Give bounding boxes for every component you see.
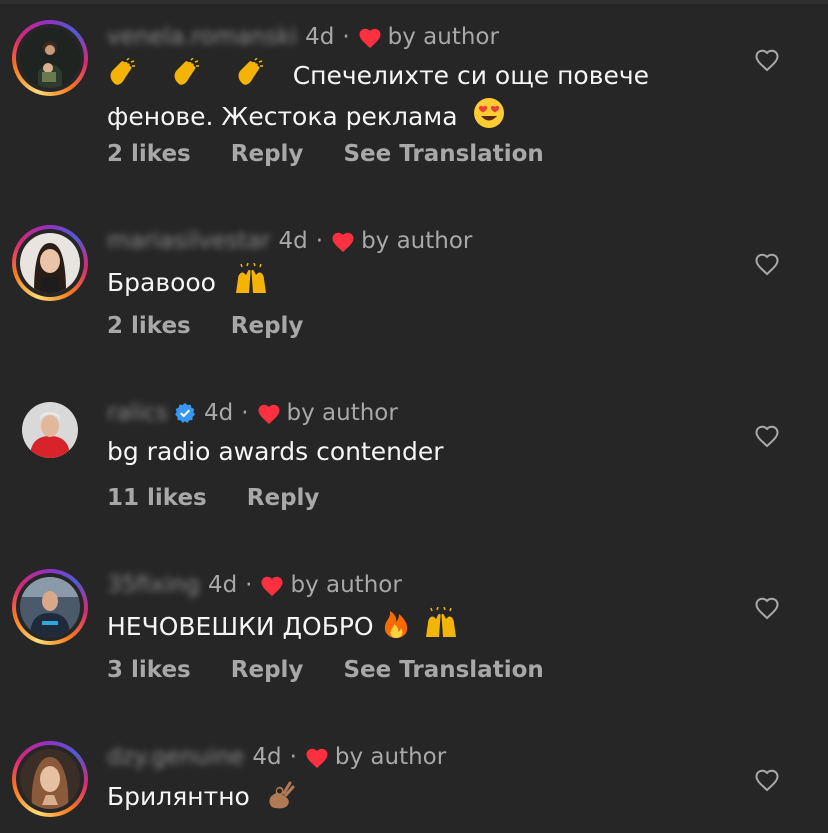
comment-meta: 35fixing 4d · by author [107,570,402,600]
avatar-photo [20,577,80,637]
like-heart-icon[interactable] [754,767,780,793]
comment-actions: 11 likes Reply [107,485,351,511]
avatar-photo [20,28,80,88]
comment-text-line1: Спечелихте си още повече [292,61,649,90]
comment-text-body: НЕЧОВЕШКИ ДОБРО [107,612,374,641]
comment-text: Спечелихте си още повече фенове. Жестока… [107,57,649,138]
verified-badge-icon [174,403,195,423]
fire-icon [382,607,410,648]
comment-actions: 2 likes Reply [107,313,335,339]
avatar[interactable] [12,569,88,645]
comment-text-body: Брилянтно [107,782,250,811]
by-author-label: by author [290,572,402,598]
comment-text: Брилянтно [107,779,296,818]
clapping-hands-icon [171,57,205,97]
avatar-photo [20,749,80,809]
like-heart-icon[interactable] [754,47,780,73]
reply-button[interactable]: Reply [247,485,320,511]
comment-text: НЕЧОВЕШКИ ДОБРО [107,606,460,648]
raising-hands-icon [232,262,270,304]
by-author-label: by author [361,228,473,254]
author-liked-heart-icon [332,232,354,252]
timestamp: 4d [252,744,282,770]
reply-button[interactable]: Reply [231,141,304,167]
separator: · [342,24,350,50]
separator: · [245,572,253,598]
comment-meta: mariasilvestar 4d · by author [107,226,472,256]
avatar[interactable] [12,20,88,96]
timestamp: 4d [203,400,234,426]
see-translation-button[interactable]: See Translation [343,657,543,683]
author-liked-heart-icon [359,28,381,48]
likes-count[interactable]: 2 likes [107,313,191,339]
by-author-label: by author [286,400,398,426]
like-heart-icon[interactable] [754,251,780,277]
clapping-hands-icon [107,57,141,97]
author-liked-heart-icon [261,576,283,596]
comment-actions: 3 likes Reply See Translation [107,657,576,683]
comment-text: Бравооо [107,262,270,304]
avatar-photo [20,233,80,293]
top-divider [0,0,828,4]
heart-eyes-emoji-icon [473,97,505,138]
likes-count[interactable]: 3 likes [107,657,191,683]
timestamp: 4d [207,572,238,598]
avatar[interactable] [12,741,88,817]
comment-meta: ralics 4d · by author [107,398,398,428]
author-liked-heart-icon [306,748,328,768]
clapping-hands-icon [235,57,269,97]
comment-text: bg radio awards contender [107,435,444,469]
username[interactable]: ralics [107,400,168,426]
see-translation-button[interactable]: See Translation [343,141,543,167]
by-author-label: by author [387,24,499,50]
comment-meta: dzy.genuine 4d · by author [107,742,446,772]
username[interactable]: dzy.genuine [107,744,244,770]
separator: · [289,744,297,770]
separator: · [315,228,324,254]
likes-count[interactable]: 2 likes [107,141,191,167]
likes-count[interactable]: 11 likes [107,485,207,511]
like-heart-icon[interactable] [754,595,780,621]
avatar[interactable] [12,225,88,301]
avatar-photo [22,402,78,458]
reply-button[interactable]: Reply [231,313,304,339]
ok-hand-icon [266,779,296,818]
username[interactable]: mariasilvestar [107,228,271,254]
like-heart-icon[interactable] [754,423,780,449]
comment-text-body: Бравооо [107,268,216,297]
comment-text-body: bg radio awards contender [107,437,444,466]
timestamp: 4d [278,228,308,254]
username[interactable]: 35fixing [107,572,200,598]
by-author-label: by author [334,744,447,770]
comment-text-line2: фенове. Жестока реклама [107,102,458,131]
avatar[interactable] [12,392,88,468]
raising-hands-icon [422,606,460,648]
username[interactable]: venela.romanski [107,24,297,50]
comment-actions: 2 likes Reply See Translation [107,141,576,167]
comment-meta: venela.romanski 4d · by author [107,22,499,52]
author-liked-heart-icon [258,404,280,424]
timestamp: 4d [305,24,335,50]
reply-button[interactable]: Reply [231,657,304,683]
separator: · [241,400,249,426]
